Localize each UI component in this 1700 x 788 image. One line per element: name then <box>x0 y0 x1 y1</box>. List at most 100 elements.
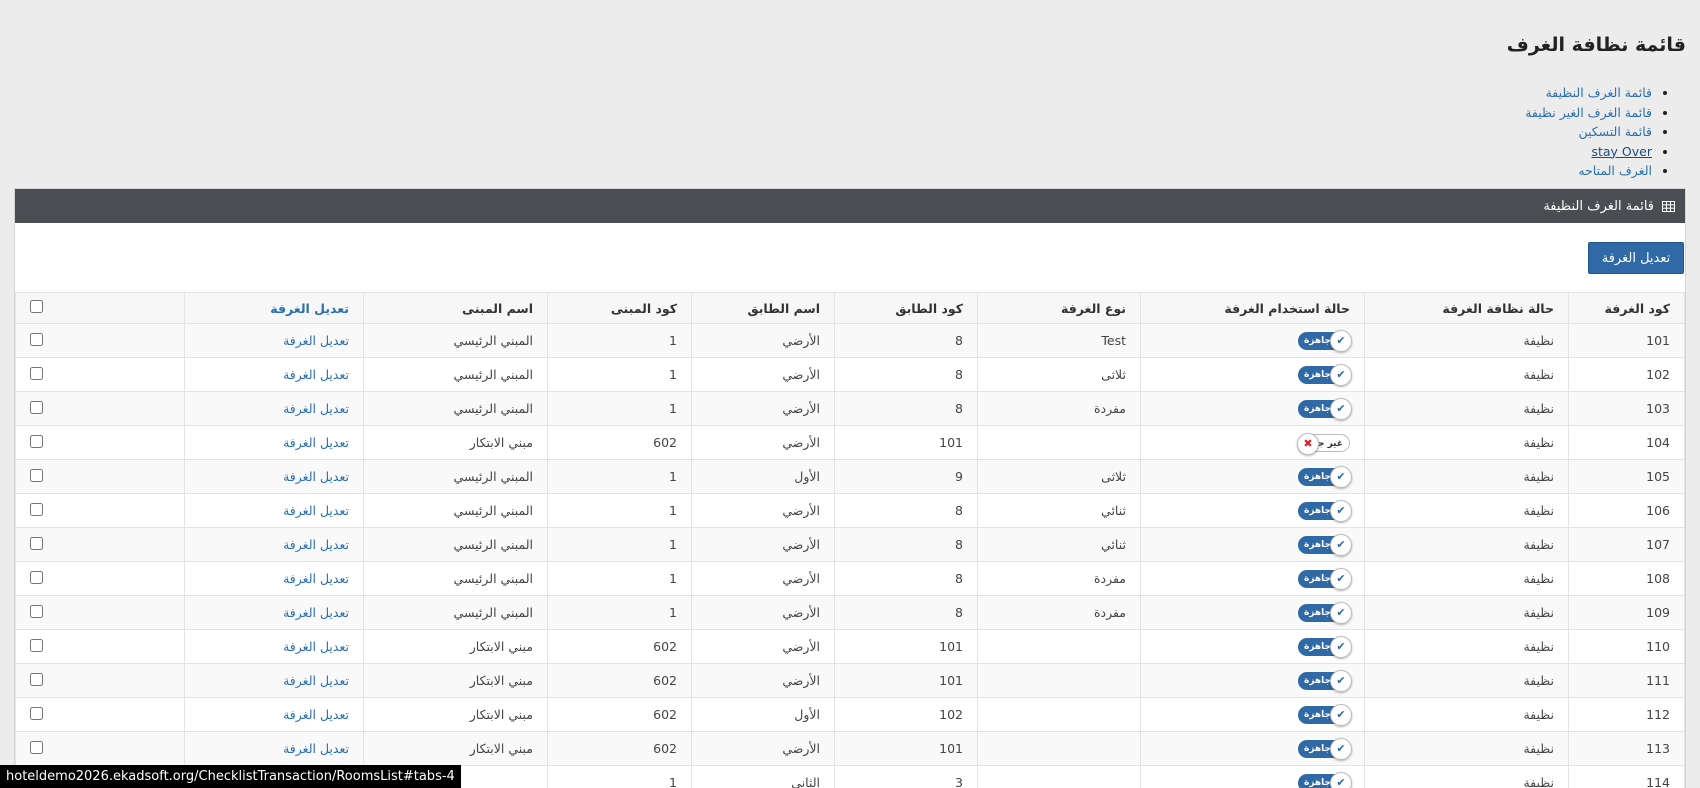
dirty-rooms-link[interactable]: قائمة الغرف الغير نظيفة <box>1525 105 1652 120</box>
usage-toggle[interactable]: جاهزة ✔ <box>1298 601 1352 624</box>
usage-toggle[interactable]: جاهزة ✔ <box>1298 465 1352 488</box>
header-edit[interactable]: تعديل الغرفة <box>184 292 364 324</box>
floor-name-cell: الأرضي <box>691 391 835 426</box>
table-row[interactable]: 112 نظيفة جاهزة ✔ 102 الأول 602 مبني الابتكار تع… <box>15 697 1685 732</box>
header-floor-name[interactable]: اسم الطابق <box>691 292 835 324</box>
room-code-cell: 109 <box>1568 595 1685 630</box>
usage-toggle[interactable]: غير جا ✖ <box>1297 432 1350 455</box>
edit-room-link[interactable]: تعديل الغرفة <box>283 503 349 518</box>
building-name-cell: المبني الرئيسي <box>363 595 548 630</box>
checkin-list-link[interactable]: قائمة التسكين <box>1578 124 1652 139</box>
row-checkbox[interactable] <box>30 740 43 754</box>
edit-room-link[interactable]: تعديل الغرفة <box>283 469 349 484</box>
usage-toggle[interactable]: جاهزة ✔ <box>1298 499 1352 522</box>
row-checkbox[interactable] <box>30 400 43 414</box>
row-checkbox[interactable] <box>30 434 43 448</box>
row-checkbox[interactable] <box>30 468 43 482</box>
edit-room-link[interactable]: تعديل الغرفة <box>283 741 349 756</box>
usage-toggle[interactable]: جاهزة ✔ <box>1298 329 1352 352</box>
clean-rooms-link[interactable]: قائمة الغرف النظيفة <box>1546 85 1652 100</box>
floor-code-cell: 8 <box>834 493 978 528</box>
table-row[interactable]: 113 نظيفة جاهزة ✔ 101 الأرضي 602 مبني الابتكار ت… <box>15 731 1685 766</box>
header-building-code[interactable]: كود المبنى <box>547 292 692 324</box>
row-checkbox[interactable] <box>30 604 43 618</box>
usage-cell: جاهزة ✔ <box>1140 527 1365 562</box>
available-rooms-link[interactable]: الغرف المتاحه <box>1578 163 1652 178</box>
table-row[interactable]: 105 نظيفة جاهزة ✔ ثلاثى 9 الأول 1 المبني الرئيسي… <box>15 459 1685 494</box>
floor-name-cell: الأرضي <box>691 595 835 630</box>
edit-room-link[interactable]: تعديل الغرفة <box>283 673 349 688</box>
usage-toggle[interactable]: جاهزة ✔ <box>1298 363 1352 386</box>
usage-toggle[interactable]: جاهزة ✔ <box>1298 669 1352 692</box>
header-room-type[interactable]: نوع الغرفة <box>977 292 1141 324</box>
table-row[interactable]: 107 نظيفة جاهزة ✔ ثنائي 8 الأرضي 1 المبني الرئيس… <box>15 527 1685 562</box>
floor-name-cell: الأرضي <box>691 493 835 528</box>
header-usage[interactable]: حالة استخدام الغرفة <box>1140 292 1365 324</box>
edit-room-link[interactable]: تعديل الغرفة <box>283 401 349 416</box>
edit-room-button[interactable]: تعديل الغرفة <box>1588 242 1684 274</box>
room-code-cell: 106 <box>1568 493 1685 528</box>
table-row[interactable]: 106 نظيفة جاهزة ✔ ثنائي 8 الأرضي 1 المبني الرئيس… <box>15 493 1685 528</box>
row-select-cell <box>15 595 185 630</box>
row-checkbox[interactable] <box>30 638 43 652</box>
stay-over-link[interactable]: stay Over <box>1591 144 1652 159</box>
table-row[interactable]: 111 نظيفة جاهزة ✔ 101 الأرضي 602 مبني الابتكار ت… <box>15 663 1685 698</box>
usage-toggle[interactable]: جاهزة ✔ <box>1298 703 1352 726</box>
building-code-cell: 1 <box>547 323 692 358</box>
edit-cell: تعديل الغرفة <box>184 629 364 664</box>
floor-code-cell: 3 <box>834 765 978 788</box>
edit-room-link[interactable]: تعديل الغرفة <box>283 707 349 722</box>
row-checkbox[interactable] <box>30 366 43 380</box>
table-row[interactable]: 101 نظيفة جاهزة ✔ Test 8 الأرضي 1 المبني الرئيسي… <box>15 323 1685 358</box>
building-code-cell: 602 <box>547 697 692 732</box>
floor-name-cell: الأول <box>691 697 835 732</box>
edit-room-link[interactable]: تعديل الغرفة <box>283 333 349 348</box>
building-name-cell: المبني الرئيسي <box>363 391 548 426</box>
room-code-cell: 104 <box>1568 425 1685 460</box>
row-checkbox[interactable] <box>30 536 43 550</box>
table-row[interactable]: 110 نظيفة جاهزة ✔ 101 الأرضي 602 مبني الابتكار ت… <box>15 629 1685 664</box>
edit-room-link[interactable]: تعديل الغرفة <box>283 435 349 450</box>
edit-room-link[interactable]: تعديل الغرفة <box>283 571 349 586</box>
cleanliness-cell: نظيفة <box>1364 697 1569 732</box>
select-all-cell <box>15 292 185 324</box>
table-row[interactable]: 103 نظيفة جاهزة ✔ مفردة 8 الأرضي 1 المبني الرئيس… <box>15 391 1685 426</box>
usage-toggle[interactable]: جاهزة ✔ <box>1298 635 1352 658</box>
table-body: 101 نظيفة جاهزة ✔ Test 8 الأرضي 1 المبني الرئيسي… <box>15 323 1685 788</box>
check-icon: ✔ <box>1330 533 1352 556</box>
edit-room-link[interactable]: تعديل الغرفة <box>283 605 349 620</box>
room-type-cell: ثلاثى <box>977 357 1141 392</box>
edit-room-link[interactable]: تعديل الغرفة <box>283 537 349 552</box>
table-row[interactable]: 104 نظيفة غير جا ✖ 101 الأرضي 602 مبني الابتكار… <box>15 425 1685 460</box>
header-room-code[interactable]: كود الغرفة <box>1568 292 1685 324</box>
edit-room-link[interactable]: تعديل الغرفة <box>283 367 349 382</box>
table-row[interactable]: 102 نظيفة جاهزة ✔ ثلاثى 8 الأرضي 1 المبني الرئيس… <box>15 357 1685 392</box>
usage-toggle[interactable]: جاهزة ✔ <box>1298 397 1352 420</box>
link-item: الغرف المتاحه <box>1525 161 1652 181</box>
row-checkbox[interactable] <box>30 502 43 516</box>
floor-code-cell: 101 <box>834 731 978 766</box>
edit-room-link[interactable]: تعديل الغرفة <box>283 639 349 654</box>
room-code-cell: 105 <box>1568 459 1685 494</box>
usage-toggle[interactable]: جاهزة ✔ <box>1298 771 1352 788</box>
usage-toggle[interactable]: جاهزة ✔ <box>1298 737 1352 760</box>
header-building-name[interactable]: اسم المبنى <box>363 292 548 324</box>
header-cleanliness[interactable]: حالة نظافة الغرفة <box>1364 292 1569 324</box>
check-icon: ✔ <box>1330 635 1352 658</box>
table-row[interactable]: 109 نظيفة جاهزة ✔ مفردة 8 الأرضي 1 المبني الرئيس… <box>15 595 1685 630</box>
building-code-cell: 1 <box>547 561 692 596</box>
row-checkbox[interactable] <box>30 332 43 346</box>
room-type-cell: ثنائي <box>977 527 1141 562</box>
select-all-checkbox[interactable] <box>30 300 43 313</box>
table-row[interactable]: 108 نظيفة جاهزة ✔ مفردة 8 الأرضي 1 المبني الرئيس… <box>15 561 1685 596</box>
building-name-cell: المبني الرئيسي <box>363 357 548 392</box>
row-checkbox[interactable] <box>30 706 43 720</box>
row-checkbox[interactable] <box>30 672 43 686</box>
usage-toggle[interactable]: جاهزة ✔ <box>1298 533 1352 556</box>
row-checkbox[interactable] <box>30 570 43 584</box>
usage-toggle[interactable]: جاهزة ✔ <box>1298 567 1352 590</box>
usage-cell: جاهزة ✔ <box>1140 595 1365 630</box>
room-code-cell: 110 <box>1568 629 1685 664</box>
header-floor-code[interactable]: كود الطابق <box>834 292 978 324</box>
row-select-cell <box>15 697 185 732</box>
